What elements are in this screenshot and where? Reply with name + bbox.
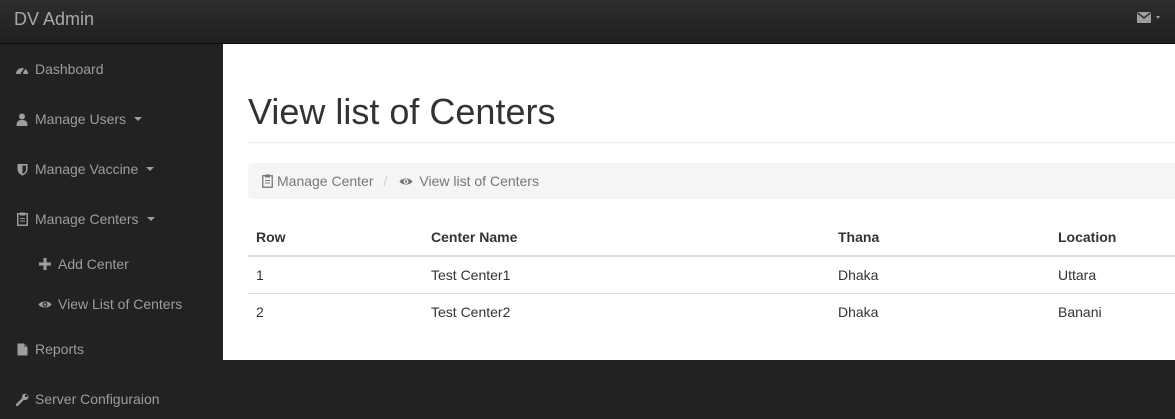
breadcrumb-separator: / xyxy=(383,173,388,189)
sidebar-item-view-list-of-centers[interactable]: View List of Centers xyxy=(0,284,223,324)
top-navbar: DV Admin xyxy=(0,0,1175,44)
breadcrumb-item-manage-center[interactable]: Manage Center xyxy=(262,173,374,189)
cell-thana: Dhaka xyxy=(838,303,879,320)
sidebar-item-dashboard[interactable]: Dashboard xyxy=(0,49,223,89)
sidebar-item-label: Manage Vaccine xyxy=(35,161,139,177)
breadcrumb: Manage Center / View list of Centers xyxy=(248,163,1175,199)
sidebar-item-manage-users[interactable]: Manage Users xyxy=(0,99,223,139)
caret-down-icon xyxy=(146,217,155,221)
clipboard-icon xyxy=(15,212,29,226)
sidebar-item-manage-centers[interactable]: Manage Centers xyxy=(0,199,223,239)
table-header-row: Row Center Name Thana Location xyxy=(248,219,1175,257)
sidebar-item-add-center[interactable]: Add Center xyxy=(0,244,223,284)
centers-table: Row Center Name Thana Location 1 Test Ce… xyxy=(248,219,1175,330)
envelope-icon xyxy=(1137,12,1151,23)
caret-down-icon xyxy=(134,117,143,121)
sidebar-item-server-configuration[interactable]: Server Configuraion xyxy=(0,379,223,419)
column-header-center-name: Center Name xyxy=(423,219,830,257)
sidebar-item-label: Server Configuraion xyxy=(35,391,160,407)
sidebar-item-label: Dashboard xyxy=(35,61,104,77)
sidebar-item-label: Manage Centers xyxy=(35,211,139,227)
sidebar-item-label: Reports xyxy=(35,341,85,357)
table-row: 1 Test Center1 Dhaka Uttara xyxy=(248,256,1175,294)
main-content: View list of Centers Manage Center / Vie… xyxy=(223,44,1175,360)
sidebar-item-reports[interactable]: Reports xyxy=(0,329,223,369)
table-row: 2 Test Center2 Dhaka Banani xyxy=(248,293,1175,330)
cell-row: 1 xyxy=(248,256,423,294)
page-title: View list of Centers xyxy=(248,91,556,132)
title-divider xyxy=(248,142,1175,143)
clipboard-icon xyxy=(262,174,273,188)
dashboard-icon xyxy=(15,62,29,76)
sidebar-item-label: Manage Users xyxy=(35,111,127,127)
sidebar-item-label: View List of Centers xyxy=(58,296,183,312)
eye-icon xyxy=(399,178,413,184)
breadcrumb-item-view-list: View list of Centers xyxy=(399,173,539,189)
column-header-location: Location xyxy=(1050,219,1175,257)
file-icon xyxy=(15,342,29,356)
caret-down-icon xyxy=(1156,16,1160,19)
brand-link[interactable]: DV Admin xyxy=(14,9,94,30)
cell-row: 2 xyxy=(256,303,264,320)
cell-location: Uttara xyxy=(1050,256,1175,294)
breadcrumb-label: View list of Centers xyxy=(419,173,539,189)
eye-icon xyxy=(38,297,52,311)
sidebar-item-manage-vaccine[interactable]: Manage Vaccine xyxy=(0,149,223,189)
user-icon xyxy=(15,112,29,126)
column-header-row: Row xyxy=(248,219,423,257)
caret-down-icon xyxy=(146,167,155,171)
messages-dropdown-toggle[interactable] xyxy=(1137,12,1160,23)
plus-icon xyxy=(38,257,52,271)
wrench-icon xyxy=(15,392,29,406)
shield-icon xyxy=(15,162,29,176)
cell-center-name: Test Center1 xyxy=(423,256,830,294)
column-header-thana: Thana xyxy=(830,219,1050,257)
cell-thana: Dhaka xyxy=(830,256,1050,294)
cell-location: Banani xyxy=(1058,303,1102,320)
cell-center-name: Test Center2 xyxy=(431,303,511,320)
sidebar: Dashboard Manage Users Manage Vaccine Ma… xyxy=(0,44,223,410)
breadcrumb-label: Manage Center xyxy=(277,173,374,189)
sidebar-item-label: Add Center xyxy=(58,256,129,272)
